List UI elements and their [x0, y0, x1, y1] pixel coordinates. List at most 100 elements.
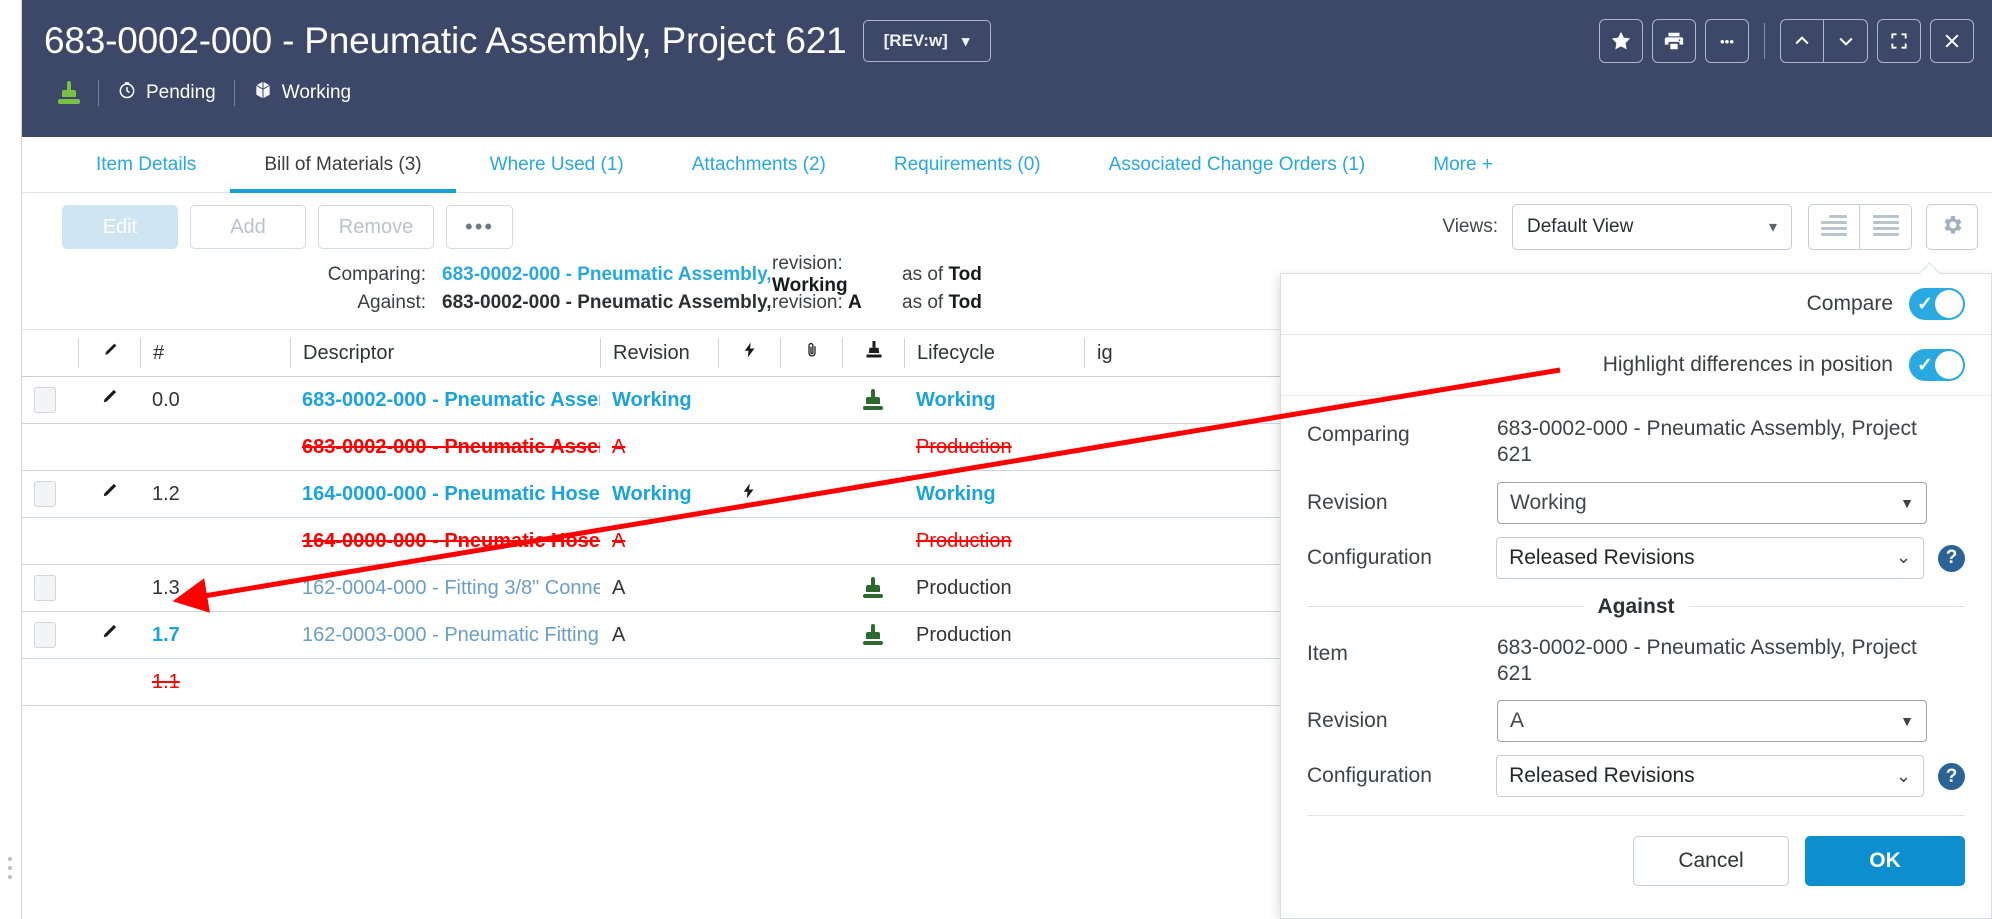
header-actions: ••• [1599, 19, 1974, 63]
against-item-text: 683-0002-000 - Pneumatic Assembly, P… [442, 292, 772, 313]
row-descriptor-link[interactable]: 162-0004-000 - Fitting 3/8" Connec… [302, 577, 600, 600]
row-number: 1.3 [152, 576, 180, 599]
row-checkbox[interactable] [34, 575, 56, 601]
row-descriptor-link[interactable]: 683-0002-000 - Pneumatic Assemb… [302, 389, 600, 412]
close-button[interactable] [1930, 19, 1974, 63]
left-rail [0, 0, 22, 919]
comparing-configuration-label: Configuration [1307, 545, 1432, 569]
row-edit-cell [78, 424, 140, 471]
header-divider [1764, 23, 1765, 59]
column-header-attachments[interactable] [780, 338, 842, 368]
tab-more[interactable]: More + [1399, 137, 1527, 192]
against-revision-select[interactable]: A ▼ [1497, 700, 1927, 742]
column-header-revision[interactable]: Revision [600, 338, 718, 368]
row-descriptor-link[interactable]: 683-0002-000 - Pneumatic Assemb… [302, 436, 600, 459]
row-edit-cell [78, 659, 140, 706]
row-descriptor-link[interactable]: 162-0003-000 - Pneumatic Fitting, … [302, 624, 600, 647]
row-configuration-cell [1084, 377, 1244, 424]
clock-icon [117, 80, 137, 106]
stamp-icon [58, 81, 80, 105]
column-header-number[interactable]: # [140, 338, 290, 368]
highlight-differences-toggle[interactable]: ✓ [1909, 349, 1965, 381]
row-lifecycle: Production [916, 576, 1012, 599]
against-item-field: Item 683-0002-000 - Pneumatic Assembly, … [1307, 633, 1965, 688]
pencil-icon[interactable] [99, 481, 119, 507]
row-select-cell [22, 518, 78, 565]
row-checkbox[interactable] [34, 622, 56, 648]
view-layout-flat-button[interactable] [1860, 204, 1912, 250]
row-revision: A [612, 576, 626, 599]
settings-gear-button[interactable] [1926, 204, 1978, 250]
tab-associated-change-orders[interactable]: Associated Change Orders (1) [1075, 137, 1400, 192]
pencil-icon[interactable] [99, 387, 119, 413]
cancel-button[interactable]: Cancel [1633, 836, 1789, 886]
row-revision-cell: Working [600, 377, 718, 424]
row-lifecycle-cell: Production [904, 565, 1084, 612]
row-flash-cell [718, 659, 780, 706]
compare-toggle[interactable]: ✓ [1909, 288, 1965, 320]
pencil-icon[interactable] [99, 622, 119, 648]
chevron-down-icon: ▾ [1768, 219, 1777, 236]
column-header-edit[interactable] [78, 338, 140, 368]
view-layout-indented-button[interactable] [1808, 204, 1860, 250]
column-header-lifecycle-stamp[interactable] [842, 338, 904, 368]
edit-button[interactable]: Edit [62, 205, 178, 249]
views-select[interactable]: Default View ▾ [1512, 204, 1792, 250]
tab-requirements[interactable]: Requirements (0) [860, 137, 1075, 192]
row-select-cell [22, 471, 78, 518]
row-descriptor-link[interactable]: 164-0000-000 - Pneumatic Hose, 3… [302, 483, 600, 506]
print-icon [1663, 30, 1685, 52]
row-configuration-cell [1084, 518, 1244, 565]
comparing-revision-field: Revision Working ▼ [1307, 481, 1965, 524]
row-number: 1.1 [152, 670, 180, 693]
against-asof-value: Tod [948, 292, 982, 313]
row-checkbox[interactable] [34, 387, 56, 413]
next-item-button[interactable] [1824, 19, 1868, 63]
column-header-lifecycle[interactable]: Lifecycle [904, 338, 1084, 368]
column-header-flash[interactable] [718, 338, 780, 368]
tab-label: Attachments (2) [691, 153, 826, 175]
tab-where-used[interactable]: Where Used (1) [456, 137, 658, 192]
toolbar-more-button[interactable]: ••• [446, 205, 514, 249]
against-configuration-help-icon[interactable]: ? [1938, 763, 1965, 790]
favorite-button[interactable] [1599, 19, 1643, 63]
print-button[interactable] [1652, 19, 1696, 63]
comparing-configuration-select[interactable]: Released Revisions ⌄ [1496, 536, 1925, 579]
row-select-cell [22, 612, 78, 659]
row-attachment-cell [780, 612, 842, 659]
comparing-item-field: Comparing 683-0002-000 - Pneumatic Assem… [1307, 414, 1965, 469]
more-options-button[interactable]: ••• [1705, 19, 1749, 63]
tab-attachments[interactable]: Attachments (2) [658, 137, 860, 192]
row-attachment-cell [780, 424, 842, 471]
row-checkbox[interactable] [34, 481, 56, 507]
column-header-configuration[interactable]: ig [1084, 338, 1244, 368]
paperclip-icon [803, 341, 821, 365]
resize-grip[interactable] [8, 857, 14, 891]
row-stamp-cell [842, 424, 904, 471]
check-icon: ✓ [1917, 354, 1933, 376]
row-lifecycle-cell: Working [904, 471, 1084, 518]
row-edit-cell [78, 612, 140, 659]
add-button[interactable]: Add [190, 205, 306, 249]
row-descriptor-cell: 164-0000-000 - Pneumatic Hose, 3… [290, 518, 600, 565]
comparing-configuration-help-icon[interactable]: ? [1938, 544, 1965, 572]
row-revision-cell: A [600, 612, 718, 659]
row-lifecycle: Production [916, 623, 1012, 646]
row-number-cell: 1.1 [140, 659, 290, 706]
previous-item-button[interactable] [1780, 19, 1824, 63]
revision-dropdown-button[interactable]: [REV:w] ▾ [862, 20, 991, 62]
fullscreen-button[interactable] [1877, 19, 1921, 63]
row-configuration-cell [1084, 565, 1244, 612]
comparing-revision-select[interactable]: Working ▼ [1497, 481, 1927, 524]
comparing-asof-value: Tod [948, 264, 982, 285]
remove-button[interactable]: Remove [318, 205, 434, 249]
row-descriptor-link[interactable]: 164-0000-000 - Pneumatic Hose, 3… [302, 530, 600, 553]
tab-bill-of-materials[interactable]: Bill of Materials (3) [230, 137, 456, 193]
ok-button[interactable]: OK [1805, 836, 1965, 886]
comparing-item-link[interactable]: 683-0002-000 - Pneumatic Assembly, P… [442, 264, 772, 286]
flash-icon [740, 482, 758, 506]
against-configuration-select[interactable]: Released Revisions ⌄ [1496, 755, 1925, 797]
column-header-descriptor[interactable]: Descriptor [290, 338, 600, 368]
tab-item-details[interactable]: Item Details [62, 137, 230, 192]
row-configuration-cell [1084, 659, 1244, 706]
